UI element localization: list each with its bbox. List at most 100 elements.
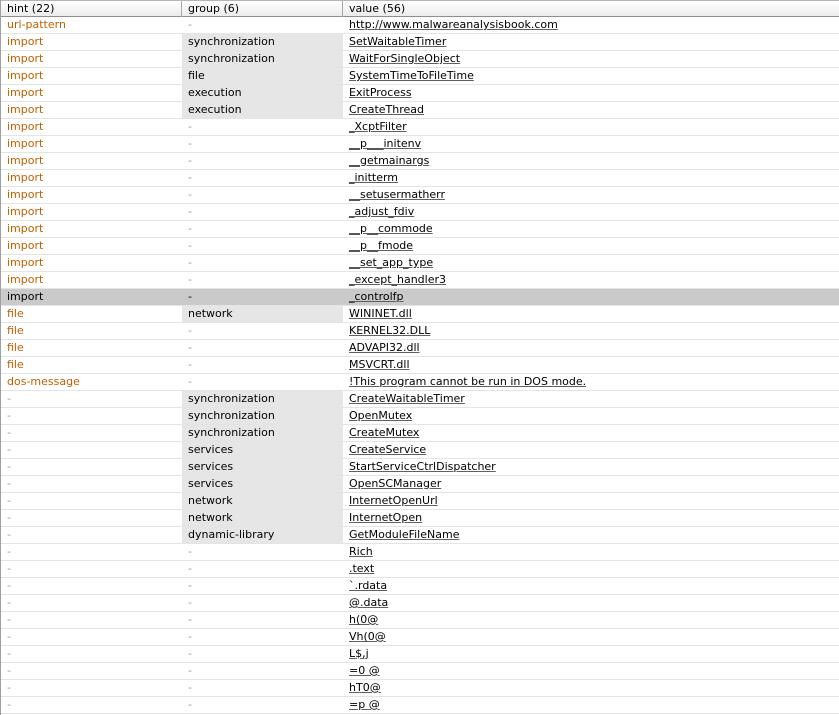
table-row[interactable]: import synchronization SetWaitableTimer [1, 34, 839, 51]
value-link[interactable]: WaitForSingleObject [349, 52, 460, 65]
value-link[interactable]: __set_app_type [349, 256, 433, 269]
value-link[interactable]: StartServiceCtrlDispatcher [349, 460, 496, 473]
table-row[interactable]: - - Vh(0@ [1, 629, 839, 646]
table-row[interactable]: import - _XcptFilter [1, 119, 839, 136]
value-link[interactable]: CreateWaitableTimer [349, 392, 465, 405]
table-row[interactable]: import execution ExitProcess [1, 85, 839, 102]
table-row[interactable]: - - .text [1, 561, 839, 578]
value-link[interactable]: CreateThread [349, 103, 424, 116]
value-link[interactable]: SetWaitableTimer [349, 35, 446, 48]
table-row[interactable]: import file SystemTimeToFileTime [1, 68, 839, 85]
value-link[interactable]: @.data [349, 596, 388, 609]
value-link[interactable]: MSVCRT.dll [349, 358, 410, 371]
table-row[interactable]: - services CreateService [1, 442, 839, 459]
group-cell: - [188, 137, 192, 150]
table-row[interactable]: import - _except_handler3 [1, 272, 839, 289]
value-link[interactable]: KERNEL32.DLL [349, 324, 430, 337]
group-cell: - [188, 596, 192, 609]
value-link[interactable]: _controlfp [349, 290, 403, 303]
table-row[interactable]: - network InternetOpenUrl [1, 493, 839, 510]
table-row[interactable]: import synchronization WaitForSingleObject [1, 51, 839, 68]
group-cell: network [182, 306, 343, 322]
hint-cell: import [7, 188, 44, 201]
table-row[interactable]: - - L$,j [1, 646, 839, 663]
table-row[interactable]: - services StartServiceCtrlDispatcher [1, 459, 839, 476]
value-link[interactable]: __p__fmode [349, 239, 413, 252]
value-link[interactable]: OpenSCManager [349, 477, 441, 490]
table-row[interactable]: import - __setusermatherr [1, 187, 839, 204]
value-link[interactable]: __setusermatherr [349, 188, 445, 201]
value-cell: MSVCRT.dll [343, 357, 839, 373]
table-row[interactable]: - synchronization CreateMutex [1, 425, 839, 442]
table-row[interactable]: - - h(0@ [1, 612, 839, 629]
table-row[interactable]: import - __getmainargs [1, 153, 839, 170]
value-link[interactable]: _XcptFilter [349, 120, 407, 133]
value-link[interactable]: Rich [349, 545, 373, 558]
value-link[interactable]: ADVAPI32.dll [349, 341, 420, 354]
table-row[interactable]: url-pattern - http://www.malwareanalysisbo… [1, 17, 839, 34]
table-row[interactable]: dos-message - !This program cannot be run … [1, 374, 839, 391]
value-link[interactable]: !This program cannot be run in DOS mode. [349, 375, 586, 388]
hint-cell: url-pattern [7, 18, 66, 31]
value-link[interactable]: __p__commode [349, 222, 433, 235]
column-header-group[interactable]: group (6) [182, 1, 343, 17]
hint-cell: - [7, 681, 11, 694]
column-header-hint[interactable]: hint (22) [1, 1, 182, 17]
value-link[interactable]: ExitProcess [349, 86, 412, 99]
value-link[interactable]: CreateService [349, 443, 426, 456]
column-header-value[interactable]: value (56) [343, 1, 839, 17]
value-link[interactable]: .text [349, 562, 374, 575]
value-link[interactable]: L$,j [349, 647, 369, 660]
group-cell: synchronization [182, 408, 343, 424]
table-row[interactable]: import - _initterm [1, 170, 839, 187]
table-row[interactable]: - - Rich [1, 544, 839, 561]
table-row[interactable]: - - `.rdata [1, 578, 839, 595]
table-row[interactable]: file network WININET.dll [1, 306, 839, 323]
table-row[interactable]: - network InternetOpen [1, 510, 839, 527]
value-link[interactable]: =0 @ [349, 664, 380, 677]
value-link[interactable]: =p @ [349, 698, 380, 711]
table-row[interactable]: import execution CreateThread [1, 102, 839, 119]
table-row[interactable]: file - MSVCRT.dll [1, 357, 839, 374]
table-row[interactable]: - - hT0@ [1, 680, 839, 697]
value-link[interactable]: InternetOpen [349, 511, 422, 524]
value-cell: =p @ [343, 697, 839, 713]
table-row[interactable]: - synchronization OpenMutex [1, 408, 839, 425]
value-link[interactable]: _adjust_fdiv [349, 205, 414, 218]
value-link[interactable]: hT0@ [349, 681, 381, 694]
table-row[interactable]: import - _adjust_fdiv [1, 204, 839, 221]
value-link[interactable]: WININET.dll [349, 307, 412, 320]
table-row[interactable]: - services OpenSCManager [1, 476, 839, 493]
value-link[interactable]: h(0@ [349, 613, 378, 626]
value-link[interactable]: Vh(0@ [349, 630, 386, 643]
value-link[interactable]: OpenMutex [349, 409, 412, 422]
table-row[interactable]: import - __p__fmode [1, 238, 839, 255]
table-row[interactable]: - - =p @ [1, 697, 839, 714]
value-link[interactable]: __p___initenv [349, 137, 421, 150]
value-link[interactable]: `.rdata [349, 579, 387, 592]
value-link[interactable]: InternetOpenUrl [349, 494, 438, 507]
table-row[interactable]: - - =0 @ [1, 663, 839, 680]
table-row[interactable]: import - _controlfp [1, 289, 839, 306]
table-row[interactable]: import - __set_app_type [1, 255, 839, 272]
value-link[interactable]: _initterm [349, 171, 398, 184]
table-row[interactable]: - synchronization CreateWaitableTimer [1, 391, 839, 408]
value-link[interactable]: http://www.malwareanalysisbook.com [349, 18, 558, 31]
value-link[interactable]: _except_handler3 [349, 273, 446, 286]
table-row[interactable]: import - __p__commode [1, 221, 839, 238]
value-link[interactable]: GetModuleFileName [349, 528, 459, 541]
table-row[interactable]: file - KERNEL32.DLL [1, 323, 839, 340]
value-cell: hT0@ [343, 680, 839, 696]
value-link[interactable]: CreateMutex [349, 426, 419, 439]
value-cell: SystemTimeToFileTime [343, 68, 839, 84]
value-link[interactable]: SystemTimeToFileTime [349, 69, 474, 82]
hint-cell: import [7, 205, 44, 218]
hint-cell: - [7, 596, 11, 609]
table-row[interactable]: - - @.data [1, 595, 839, 612]
value-link[interactable]: __getmainargs [349, 154, 429, 167]
group-cell: - [188, 341, 192, 354]
table-row[interactable]: - dynamic-library GetModuleFileName [1, 527, 839, 544]
table-row[interactable]: import - __p___initenv [1, 136, 839, 153]
table-row[interactable]: file - ADVAPI32.dll [1, 340, 839, 357]
hint-cell: - [7, 528, 11, 541]
